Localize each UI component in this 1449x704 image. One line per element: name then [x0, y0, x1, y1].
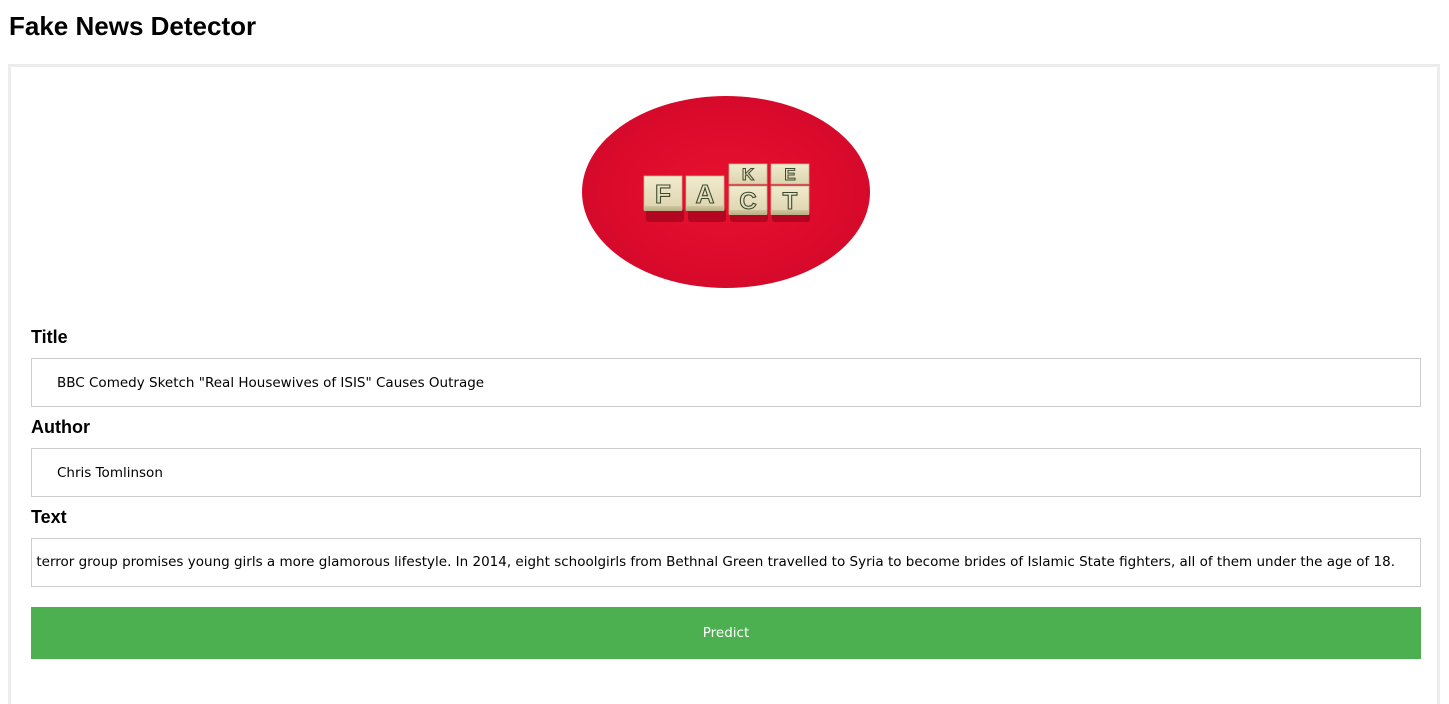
svg-text:A: A: [696, 179, 715, 209]
tile-c: C: [728, 185, 768, 216]
tile-f: F: [643, 175, 683, 211]
tile-a: A: [685, 175, 725, 211]
author-label: Author: [31, 417, 90, 437]
fake-fact-image: K E F A C T: [582, 96, 870, 288]
text-label: Text: [31, 507, 67, 527]
predict-button[interactable]: Predict: [31, 607, 1421, 659]
text-input-value: ean countries as the terror group promis…: [31, 554, 1395, 570]
svg-text:T: T: [783, 188, 798, 215]
svg-text:F: F: [655, 179, 671, 209]
svg-text:C: C: [739, 188, 756, 215]
svg-text:K: K: [742, 165, 755, 184]
svg-text:E: E: [784, 165, 795, 184]
tile-top-k: K: [728, 163, 768, 185]
fake-fact-blocks-illustration: K E F A C T: [643, 163, 810, 222]
page-title: Fake News Detector: [9, 11, 257, 41]
title-input[interactable]: [31, 358, 1421, 407]
title-label: Title: [31, 327, 68, 347]
tile-t: T: [770, 185, 810, 216]
text-input[interactable]: ean countries as the terror group promis…: [31, 538, 1421, 587]
tile-top-e: E: [770, 163, 810, 185]
author-input[interactable]: [31, 448, 1421, 497]
